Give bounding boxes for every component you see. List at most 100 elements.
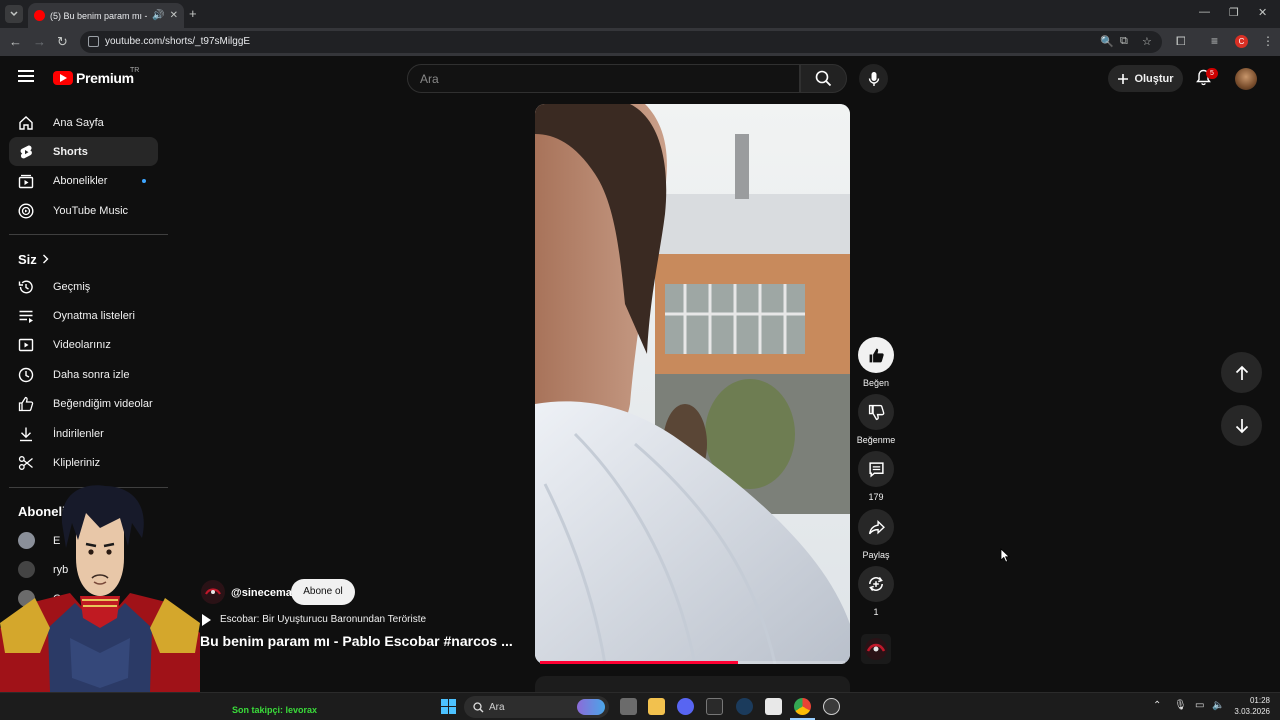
remix-icon <box>869 576 883 592</box>
channel-handle[interactable]: @sinecema <box>231 587 292 599</box>
taskbar-clock[interactable]: 01:28 3.03.2026 <box>1234 695 1270 717</box>
tray-mic-icon[interactable]: 🎙 <box>1174 700 1187 711</box>
sidebar-item-playlists[interactable]: Oynatma listeleri <box>9 301 158 330</box>
capcut-icon[interactable] <box>765 698 782 715</box>
search-button[interactable] <box>800 64 847 93</box>
sidebar-item-label: İndirilenler <box>53 427 104 440</box>
clock-date: 3.03.2026 <box>1234 707 1270 716</box>
previous-short-button[interactable] <box>1221 352 1262 393</box>
tab-close-icon[interactable]: ✕ <box>170 10 178 21</box>
speaker-icon[interactable]: 🔊 <box>152 10 164 21</box>
create-button[interactable]: Oluştur <box>1108 65 1183 92</box>
share-button[interactable] <box>858 509 894 545</box>
browser-menu-icon[interactable]: ⋮ <box>1262 34 1274 48</box>
channel-logo-icon <box>861 634 891 664</box>
windows-start-icon[interactable] <box>441 699 456 714</box>
search-icon <box>815 70 832 87</box>
like-action: Beğen <box>858 337 894 388</box>
voice-search-button[interactable] <box>859 64 888 93</box>
extensions-icon[interactable]: ⧠ <box>1176 34 1186 49</box>
share-label: Paylaş <box>862 550 890 560</box>
dislike-button[interactable] <box>858 394 894 430</box>
reload-icon[interactable]: ↻ <box>57 34 68 50</box>
menu-icon[interactable] <box>18 70 34 82</box>
share-icon <box>868 519 885 534</box>
sidebar-item-label: Abonelikler <box>53 174 108 187</box>
install-app-icon[interactable]: ⧉ <box>1120 35 1128 48</box>
volume-icon[interactable]: 🔈 <box>1212 700 1224 711</box>
sidebar-item-label: Ana Sayfa <box>53 116 104 129</box>
short-video-player[interactable] <box>535 104 850 664</box>
sidebar-divider <box>9 234 168 235</box>
chevron-right-icon[interactable] <box>42 254 49 264</box>
video-progress-bar[interactable] <box>540 661 845 664</box>
new-content-dot <box>142 179 146 183</box>
sidebar-item-label: Videolarınız <box>53 338 111 351</box>
chevron-down-icon <box>10 11 18 17</box>
file-explorer-icon[interactable] <box>648 698 665 715</box>
restore-icon[interactable]: ❐ <box>1229 6 1239 19</box>
arrow-up-icon <box>1235 365 1248 380</box>
site-info-icon[interactable] <box>88 36 99 47</box>
sidebar-item-subscriptions[interactable]: Abonelikler <box>9 166 158 195</box>
sidebar-item-your-videos[interactable]: Videolarınız <box>9 330 158 359</box>
subscriptions-icon <box>18 174 34 189</box>
new-tab-button[interactable]: + <box>189 6 197 21</box>
zoom-icon[interactable]: 🔍 <box>1100 35 1114 48</box>
subscribe-button[interactable]: Abone ol <box>291 579 355 605</box>
short-title[interactable]: Bu benim param mı - Pablo Escobar #narco… <box>200 633 513 649</box>
sidebar-item-history[interactable]: Geçmiş <box>9 272 158 301</box>
bookmark-star-icon[interactable]: ☆ <box>1142 35 1152 48</box>
minimize-icon[interactable]: — <box>1199 6 1210 18</box>
windows-taskbar: Son takipçi: levorax Ara ⌃ 🎙 ▭ 🔈 01:28 3… <box>0 692 1280 720</box>
task-view-icon[interactable] <box>620 698 637 715</box>
sidebar-item-downloads[interactable]: İndirilenler <box>9 419 158 448</box>
you-section-header[interactable]: Siz <box>18 252 37 267</box>
forward-icon[interactable]: → <box>33 34 46 49</box>
thumbs-down-icon <box>868 404 884 420</box>
channel-avatar[interactable] <box>201 580 225 604</box>
back-icon[interactable]: ← <box>9 34 22 49</box>
account-avatar[interactable] <box>1235 68 1257 90</box>
like-button[interactable] <box>858 337 894 373</box>
microphone-icon <box>868 71 879 86</box>
search-input[interactable]: Ara <box>407 64 800 93</box>
latest-follower-text: Son takipçi: levorax <box>232 705 318 715</box>
media-controls-icon[interactable]: ≡ <box>1211 34 1218 48</box>
youtube-logo-icon[interactable] <box>53 71 73 85</box>
sidebar-item-watch-later[interactable]: Daha sonra izle <box>9 360 158 389</box>
sidebar-item-label: Shorts <box>53 145 88 158</box>
like-label: Beğen <box>862 378 890 388</box>
tab-title: (5) Bu benim param mı - Pa <box>50 10 147 21</box>
browser-profile-icon[interactable]: C <box>1235 35 1248 48</box>
related-film-link[interactable]: Escobar: Bir Uyuşturucu Baronundan Terör… <box>220 614 426 625</box>
next-short-preview[interactable] <box>535 676 850 692</box>
comments-button[interactable] <box>858 451 894 487</box>
taskbar-search[interactable]: Ara <box>464 696 609 718</box>
tab-search-button[interactable] <box>5 5 23 23</box>
your-videos-icon <box>18 338 34 352</box>
url-text: youtube.com/shorts/_t97sMilggE <box>105 36 251 47</box>
window-close-icon[interactable]: ✕ <box>1258 6 1267 19</box>
epic-games-icon[interactable] <box>706 698 723 715</box>
network-icon[interactable]: ▭ <box>1195 700 1204 711</box>
tray-overflow-icon[interactable]: ⌃ <box>1153 700 1161 711</box>
address-bar[interactable]: youtube.com/shorts/_t97sMilggE 🔍 ⧉ ☆ <box>80 31 1162 53</box>
sidebar-item-clips[interactable]: Klipleriniz <box>9 448 158 477</box>
browser-tab[interactable]: (5) Bu benim param mı - Pa 🔊 ✕ <box>28 3 184 28</box>
obs-icon[interactable] <box>823 698 840 715</box>
discord-icon[interactable] <box>677 698 694 715</box>
sidebar-item-shorts[interactable]: Shorts <box>9 137 158 166</box>
chrome-icon[interactable] <box>794 698 811 715</box>
downloads-icon <box>20 427 32 442</box>
next-short-button[interactable] <box>1221 405 1262 446</box>
sound-channel-thumbnail[interactable] <box>861 634 891 664</box>
logo-text[interactable]: Premium <box>76 70 134 86</box>
sidebar-item-home[interactable]: Ana Sayfa <box>9 108 158 137</box>
watch-later-icon <box>18 367 34 383</box>
sidebar-item-youtube-music[interactable]: YouTube Music <box>9 196 158 225</box>
remix-button[interactable] <box>858 566 894 602</box>
sidebar-item-liked-videos[interactable]: Beğendiğim videolar <box>9 389 158 418</box>
taskbar-search-text: Ara <box>489 702 505 713</box>
steam-icon[interactable] <box>736 698 753 715</box>
